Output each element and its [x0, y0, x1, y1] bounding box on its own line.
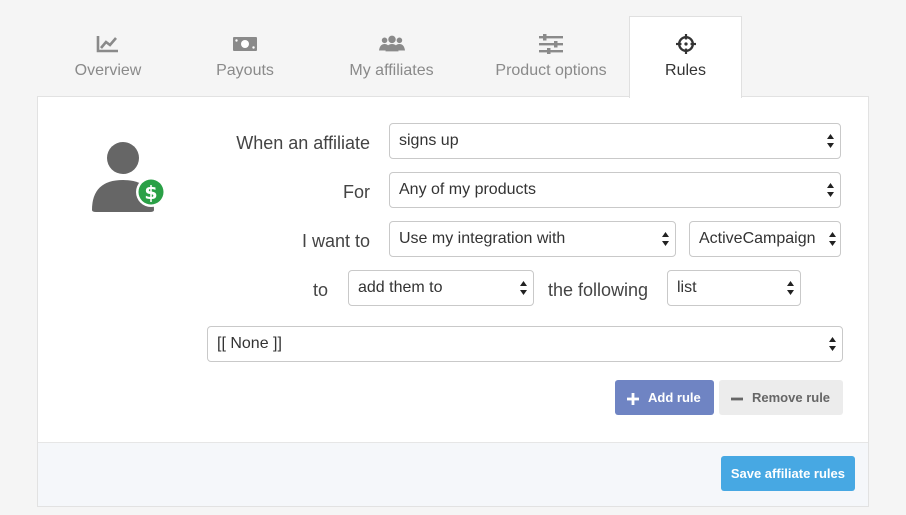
tab-my-affiliates[interactable]: My affiliates — [326, 16, 457, 98]
product-select-value: Any of my products — [399, 181, 536, 198]
when-label: When an affiliate — [236, 133, 370, 153]
users-icon — [378, 35, 405, 52]
add-rule-button[interactable]: Add rule — [615, 380, 714, 415]
add-rule-label: Add rule — [648, 390, 701, 405]
remove-rule-button[interactable]: Remove rule — [719, 380, 843, 415]
select-arrows-icon — [520, 281, 527, 295]
tab-payouts-label: Payouts — [216, 62, 274, 79]
to-label: to — [313, 280, 329, 300]
trigger-select[interactable]: signs up — [389, 123, 841, 159]
want-label: I want to — [301, 231, 370, 251]
minus-icon — [731, 397, 743, 400]
list-select-value: [[ None ]] — [217, 335, 282, 352]
tab-product-options-label: Product options — [495, 62, 607, 79]
tab-overview-label: Overview — [74, 62, 142, 79]
remove-rule-label: Remove rule — [752, 390, 831, 405]
sliders-icon — [539, 34, 563, 54]
integration-action-select[interactable]: add them to — [348, 270, 534, 306]
crosshair-icon — [675, 34, 696, 54]
tab-product-options[interactable]: Product options — [483, 16, 619, 98]
panel-footer: Save affiliate rules — [38, 442, 868, 506]
select-arrows-icon — [829, 232, 836, 246]
tab-rules-label: Rules — [665, 62, 706, 79]
affiliate-dollar-icon: $ — [92, 142, 166, 212]
integration-select-value: ActiveCampaign — [699, 230, 816, 247]
select-arrows-icon — [829, 337, 836, 351]
trigger-select-value: signs up — [399, 132, 459, 149]
target-type-select-value: list — [677, 279, 697, 296]
product-select[interactable]: Any of my products — [389, 172, 841, 208]
select-arrows-icon — [787, 281, 794, 295]
svg-text:$: $ — [144, 182, 157, 204]
tab-rules[interactable]: Rules — [629, 16, 742, 98]
rules-panel: $ When an affiliate signs up For Any of … — [37, 96, 869, 507]
following-label: the following — [548, 280, 649, 300]
action-type-select[interactable]: Use my integration with — [389, 221, 676, 257]
target-type-select[interactable]: list — [667, 270, 801, 306]
action-type-select-value: Use my integration with — [399, 230, 566, 247]
save-affiliate-rules-button[interactable]: Save affiliate rules — [720, 456, 855, 491]
integration-action-select-value: add them to — [358, 279, 443, 296]
tab-payouts[interactable]: Payouts — [192, 16, 298, 98]
list-select[interactable]: [[ None ]] — [207, 326, 843, 362]
plus-icon — [627, 392, 639, 405]
chart-icon — [96, 36, 118, 53]
tab-overview[interactable]: Overview — [55, 16, 161, 98]
money-icon — [233, 37, 257, 51]
select-arrows-icon — [827, 183, 834, 197]
integration-select[interactable]: ActiveCampaign — [689, 221, 841, 257]
select-arrows-icon — [662, 232, 669, 246]
for-label: For — [343, 182, 370, 202]
select-arrows-icon — [827, 134, 834, 148]
tab-my-affiliates-label: My affiliates — [349, 62, 434, 79]
